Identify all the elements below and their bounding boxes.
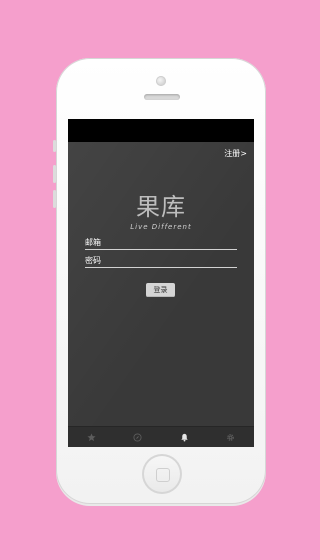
compass-icon	[133, 432, 142, 442]
password-field[interactable]: 密码	[85, 255, 237, 268]
volume-down-button[interactable]	[53, 190, 56, 208]
front-camera	[156, 76, 166, 86]
password-label: 密码	[85, 256, 101, 265]
tab-notifications[interactable]	[161, 427, 208, 447]
status-bar	[68, 119, 254, 142]
star-icon	[87, 432, 96, 441]
tab-favorites[interactable]	[68, 427, 115, 447]
tab-bar	[68, 426, 254, 447]
earpiece-speaker	[144, 94, 180, 100]
email-field[interactable]: 邮箱	[85, 237, 237, 250]
app-slogan: Live Different	[130, 223, 192, 231]
tab-discover[interactable]	[115, 427, 162, 447]
home-button[interactable]	[142, 454, 182, 494]
mute-switch[interactable]	[53, 140, 56, 152]
app-logo: 果库	[136, 193, 186, 221]
email-label: 邮箱	[85, 238, 101, 247]
home-square-icon	[156, 468, 170, 482]
register-link[interactable]: 注册>	[224, 149, 247, 159]
password-input[interactable]	[107, 256, 237, 267]
login-button[interactable]: 登录	[146, 283, 175, 297]
volume-up-button[interactable]	[53, 165, 56, 183]
tab-settings[interactable]	[208, 427, 255, 447]
app-screen: 注册> 果库 Live Different 邮箱 密码 登录	[68, 119, 254, 447]
gear-icon	[227, 433, 235, 441]
bell-icon	[181, 433, 188, 442]
email-input[interactable]	[107, 238, 237, 249]
